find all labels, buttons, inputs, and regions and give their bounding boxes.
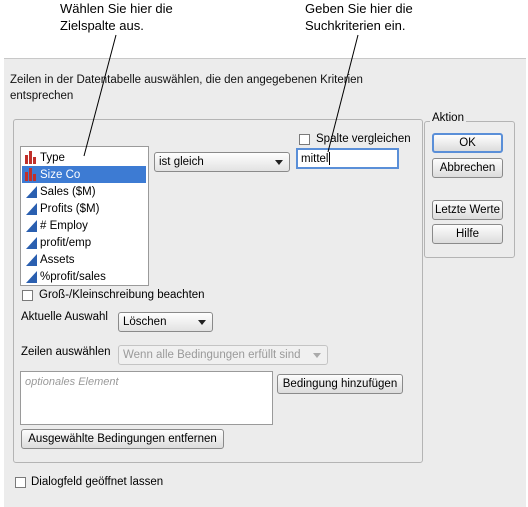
callout-line-right [327, 34, 359, 153]
callout-lines [83, 34, 359, 157]
callout-line-left [83, 34, 117, 157]
